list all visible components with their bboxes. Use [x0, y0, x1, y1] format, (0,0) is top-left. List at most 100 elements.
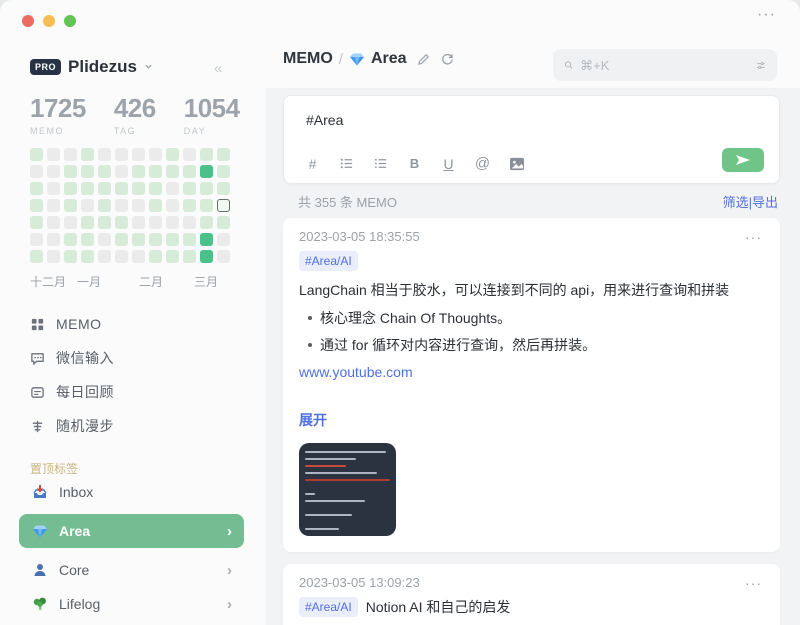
memo-tag-chip[interactable]: #Area/AI [299, 597, 358, 617]
heatmap-cell[interactable] [64, 216, 77, 229]
heatmap-cell[interactable] [47, 233, 60, 246]
window-more-icon[interactable]: ··· [757, 6, 776, 24]
heatmap-cell[interactable] [166, 250, 179, 263]
heatmap-cell[interactable] [47, 199, 60, 212]
heatmap-cell[interactable] [47, 250, 60, 263]
heatmap-cell[interactable] [98, 165, 111, 178]
heatmap-cell[interactable] [217, 199, 230, 212]
sidebar-tag-core[interactable]: Core › [19, 554, 244, 586]
memo-link[interactable]: www.youtube.com [299, 364, 413, 380]
send-button[interactable] [722, 148, 764, 172]
sidebar-item-random-walk[interactable]: 随机漫步 [30, 414, 114, 438]
heatmap-cell[interactable] [30, 165, 43, 178]
sidebar-tag-area[interactable]: Area › [19, 514, 244, 548]
heatmap-cell[interactable] [47, 165, 60, 178]
heatmap-cell[interactable] [217, 250, 230, 263]
composer-input[interactable]: #Area [306, 112, 765, 134]
heatmap-cell[interactable] [115, 216, 128, 229]
memo-more-icon[interactable]: ··· [745, 578, 762, 588]
heatmap-cell[interactable] [30, 250, 43, 263]
heatmap-cell[interactable] [81, 216, 94, 229]
heatmap-cell[interactable] [30, 182, 43, 195]
heatmap-cell[interactable] [132, 148, 145, 161]
heatmap-cell[interactable] [132, 216, 145, 229]
heatmap-cell[interactable] [115, 165, 128, 178]
sidebar-item-memo[interactable]: MEMO [30, 312, 102, 336]
collapse-sidebar-icon[interactable]: « [214, 60, 222, 77]
heatmap-cell[interactable] [132, 182, 145, 195]
heatmap-cell[interactable] [217, 182, 230, 195]
heatmap-cell[interactable] [98, 148, 111, 161]
heatmap-cell[interactable] [30, 233, 43, 246]
underline-button[interactable]: U [440, 155, 457, 172]
heatmap-cell[interactable] [183, 233, 196, 246]
heatmap-cell[interactable] [30, 148, 43, 161]
workspace-switcher[interactable]: PRO Plidezus [30, 57, 153, 77]
heatmap-cell[interactable] [166, 148, 179, 161]
heatmap-cell[interactable] [132, 233, 145, 246]
sidebar-tag-lifelog[interactable]: Lifelog › [19, 588, 244, 620]
search-input[interactable] [580, 58, 756, 73]
mention-button[interactable]: @ [474, 155, 491, 172]
heatmap-cell[interactable] [132, 250, 145, 263]
heatmap-cell[interactable] [166, 199, 179, 212]
heatmap-cell[interactable] [98, 233, 111, 246]
heatmap-cell[interactable] [166, 165, 179, 178]
filter-link[interactable]: 筛选 [723, 195, 749, 210]
heatmap-cell[interactable] [200, 233, 213, 246]
close-window-button[interactable] [22, 15, 34, 27]
maximize-window-button[interactable] [64, 15, 76, 27]
heatmap-cell[interactable] [64, 199, 77, 212]
heatmap-cell[interactable] [98, 216, 111, 229]
heatmap-cell[interactable] [200, 148, 213, 161]
heatmap-cell[interactable] [81, 182, 94, 195]
heatmap-cell[interactable] [30, 216, 43, 229]
heatmap-cell[interactable] [47, 216, 60, 229]
heatmap-cell[interactable] [47, 182, 60, 195]
sidebar-tag-inbox[interactable]: Inbox [19, 476, 244, 508]
sidebar-item-daily-review[interactable]: 每日回顾 [30, 380, 114, 404]
heatmap-cell[interactable] [81, 233, 94, 246]
heatmap-cell[interactable] [115, 182, 128, 195]
heatmap-cell[interactable] [81, 250, 94, 263]
heatmap-cell[interactable] [115, 250, 128, 263]
heatmap-cell[interactable] [166, 233, 179, 246]
heatmap-cell[interactable] [149, 148, 162, 161]
heatmap-cell[interactable] [81, 165, 94, 178]
sidebar-item-wechat-input[interactable]: 微信输入 [30, 346, 114, 370]
heatmap-cell[interactable] [149, 233, 162, 246]
heatmap-cell[interactable] [166, 182, 179, 195]
heatmap-cell[interactable] [200, 182, 213, 195]
search-box[interactable] [553, 49, 777, 81]
memo-tag-chip[interactable]: #Area/AI [299, 251, 358, 271]
filter-sliders-icon[interactable] [756, 58, 766, 73]
heatmap-cell[interactable] [81, 199, 94, 212]
insert-image-button[interactable] [508, 155, 525, 172]
breadcrumb-root[interactable]: MEMO [283, 50, 333, 68]
heatmap-cell[interactable] [166, 216, 179, 229]
heatmap-cell[interactable] [64, 233, 77, 246]
expand-link[interactable]: 展开 [299, 410, 762, 430]
heatmap-cell[interactable] [183, 182, 196, 195]
heatmap-cell[interactable] [149, 165, 162, 178]
heatmap-cell[interactable] [98, 250, 111, 263]
heatmap-cell[interactable] [200, 216, 213, 229]
heatmap-cell[interactable] [183, 216, 196, 229]
heatmap-cell[interactable] [183, 199, 196, 212]
heatmap-cell[interactable] [217, 165, 230, 178]
heatmap-cell[interactable] [200, 165, 213, 178]
heatmap-cell[interactable] [183, 250, 196, 263]
heatmap-cell[interactable] [132, 165, 145, 178]
heatmap-cell[interactable] [149, 216, 162, 229]
heatmap-cell[interactable] [217, 148, 230, 161]
heatmap-cell[interactable] [217, 216, 230, 229]
heatmap-cell[interactable] [98, 182, 111, 195]
heatmap-cell[interactable] [64, 165, 77, 178]
export-link[interactable]: 导出 [752, 195, 778, 210]
heatmap-cell[interactable] [64, 182, 77, 195]
heatmap-cell[interactable] [64, 250, 77, 263]
refresh-icon[interactable] [440, 52, 455, 67]
heatmap-cell[interactable] [132, 199, 145, 212]
heatmap-cell[interactable] [47, 148, 60, 161]
edit-pencil-icon[interactable] [416, 52, 431, 67]
